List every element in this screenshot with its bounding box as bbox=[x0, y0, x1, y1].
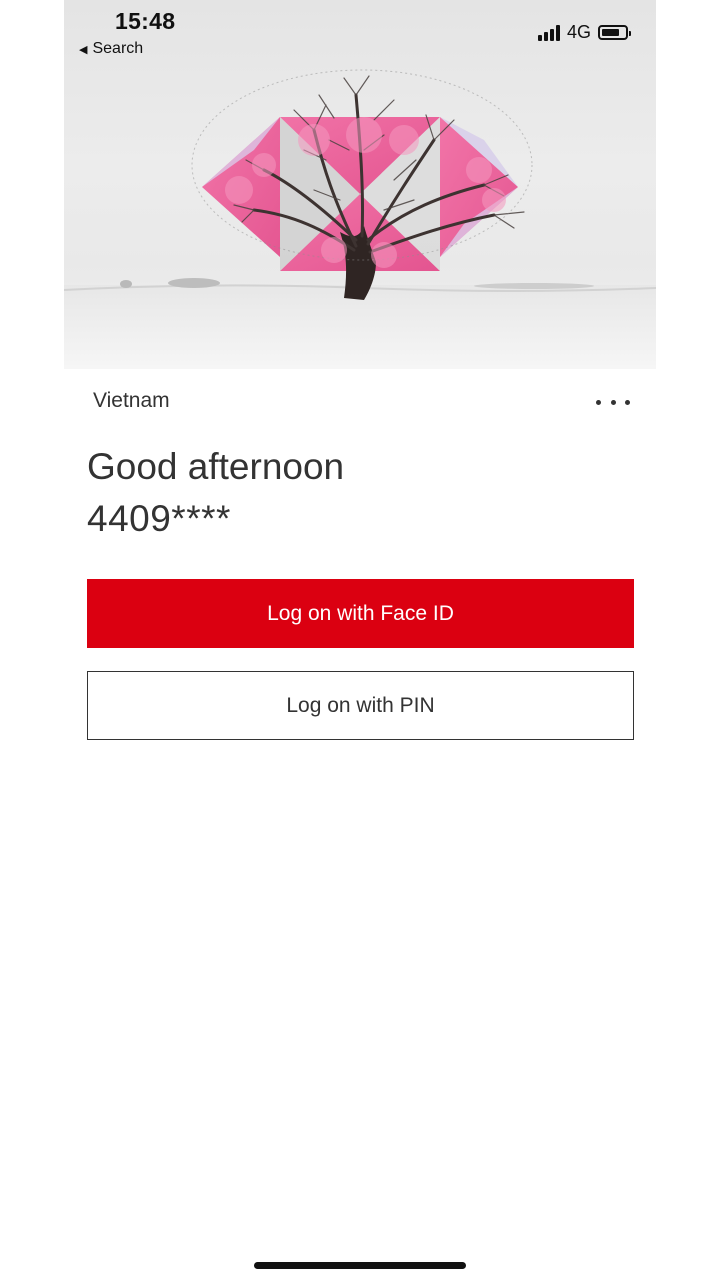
network-type: 4G bbox=[566, 22, 591, 42]
logon-pin-label: Log on with PIN bbox=[286, 693, 435, 717]
back-label: Search bbox=[92, 40, 144, 57]
logon-pin-button[interactable]: Log on with PIN bbox=[87, 671, 634, 740]
cellular-signal-icon bbox=[537, 24, 560, 41]
back-arrow-icon: ◀ bbox=[79, 43, 88, 56]
back-to-search[interactable]: ◀ Search bbox=[79, 40, 143, 58]
greeting-text: Good afternoon bbox=[87, 446, 345, 487]
status-time: 15:48 bbox=[115, 8, 176, 34]
logon-face-id-button[interactable]: Log on with Face ID bbox=[87, 579, 634, 648]
battery-icon bbox=[598, 25, 631, 40]
app-screen: 15:48 ◀ Search 4G Vietnam Good afternoon… bbox=[0, 0, 720, 1280]
region-label[interactable]: Vietnam bbox=[93, 389, 170, 413]
logon-face-id-label: Log on with Face ID bbox=[267, 601, 454, 625]
status-indicators: 4G bbox=[537, 22, 631, 43]
more-options-icon[interactable] bbox=[596, 394, 630, 410]
home-indicator[interactable] bbox=[254, 1262, 466, 1269]
status-bar: 15:48 ◀ Search 4G bbox=[64, 0, 656, 64]
masked-account-number: 4409**** bbox=[87, 498, 231, 539]
